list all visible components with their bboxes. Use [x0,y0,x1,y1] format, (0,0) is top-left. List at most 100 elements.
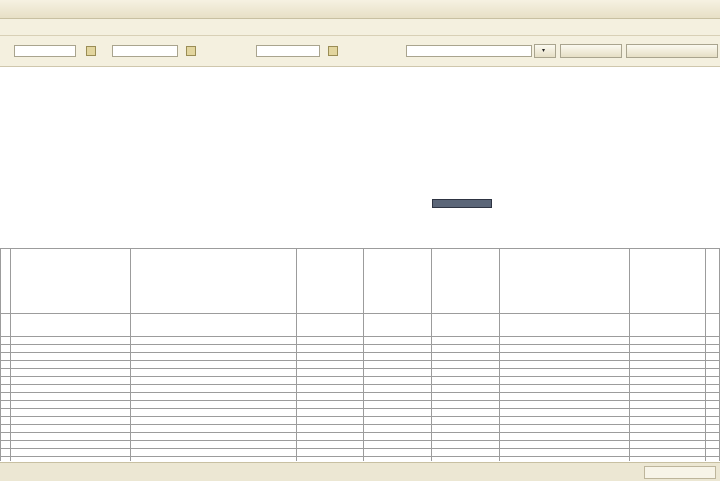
table-cell[interactable] [0,448,11,457]
table-cell[interactable] [704,336,720,345]
table-cell[interactable] [295,336,365,345]
table-cell[interactable] [9,344,131,353]
table-cell[interactable] [704,400,720,409]
table-cell[interactable] [629,432,706,441]
table-cell[interactable] [431,376,501,385]
table-cell[interactable] [629,384,706,393]
period-to-field[interactable] [112,45,178,57]
table-cell[interactable] [295,368,365,377]
table-cell[interactable] [629,408,706,417]
table-cell[interactable] [295,392,365,401]
table-cell[interactable] [9,440,131,449]
table-cell[interactable] [363,456,433,461]
table-cell[interactable] [363,416,433,425]
table-cell[interactable] [431,360,501,369]
table-cell[interactable] [431,432,501,441]
table-cell[interactable] [629,392,706,401]
table-cell[interactable] [129,344,297,353]
table-cell[interactable] [295,424,365,433]
table-cell[interactable] [704,440,720,449]
table-cell[interactable] [295,416,365,425]
table-cell[interactable] [129,456,297,461]
table-cell[interactable] [129,448,297,457]
selected-cell[interactable] [432,199,492,208]
table-cell[interactable] [704,424,720,433]
calendar-icon[interactable] [186,46,196,56]
table-cell[interactable] [629,440,706,449]
table-cell[interactable] [431,336,501,345]
table-cell[interactable] [295,440,365,449]
table-cell[interactable] [0,400,11,409]
table-cell[interactable] [499,336,631,345]
table-cell[interactable] [129,392,297,401]
table-cell[interactable] [295,400,365,409]
table-cell[interactable] [363,352,433,361]
table-cell[interactable] [295,384,365,393]
table-cell[interactable] [363,448,433,457]
table-cell[interactable] [9,432,131,441]
table-cell[interactable] [704,416,720,425]
table-cell[interactable] [129,376,297,385]
table-cell[interactable] [0,360,11,369]
table-cell[interactable] [431,368,501,377]
table-cell[interactable] [9,408,131,417]
table-cell[interactable] [363,336,433,345]
table-cell[interactable] [363,408,433,417]
table-cell[interactable] [129,352,297,361]
table-cell[interactable] [9,456,131,461]
table-cell[interactable] [704,360,720,369]
table-cell[interactable] [295,456,365,461]
table-cell[interactable] [363,424,433,433]
table-cell[interactable] [363,440,433,449]
table-cell[interactable] [9,360,131,369]
table-cell[interactable] [0,424,11,433]
table-cell[interactable] [499,384,631,393]
table-cell[interactable] [295,376,365,385]
counterparty-field[interactable] [406,45,532,57]
table-cell[interactable] [129,400,297,409]
table-cell[interactable] [295,448,365,457]
table-cell[interactable] [363,376,433,385]
table-cell[interactable] [431,384,501,393]
table-cell[interactable] [431,344,501,353]
table-cell[interactable] [499,440,631,449]
table-cell[interactable] [704,448,720,457]
table-cell[interactable] [0,368,11,377]
table-cell[interactable] [295,352,365,361]
table-cell[interactable] [129,360,297,369]
table-cell[interactable] [295,360,365,369]
period-from-field[interactable] [14,45,76,57]
calendar-icon[interactable] [328,46,338,56]
table-cell[interactable] [363,384,433,393]
table-cell[interactable] [499,456,631,461]
table-cell[interactable] [9,376,131,385]
table-cell[interactable] [431,416,501,425]
table-cell[interactable] [363,400,433,409]
table-cell[interactable] [499,360,631,369]
settings-button[interactable] [626,44,718,58]
table-cell[interactable] [499,352,631,361]
table-cell[interactable] [704,344,720,353]
table-cell[interactable] [704,456,720,461]
table-cell[interactable] [431,456,501,461]
table-cell[interactable] [9,368,131,377]
table-cell[interactable] [704,392,720,401]
table-cell[interactable] [9,424,131,433]
table-cell[interactable] [363,368,433,377]
table-cell[interactable] [704,432,720,441]
table-cell[interactable] [629,336,706,345]
table-cell[interactable] [9,384,131,393]
table-cell[interactable] [0,456,11,461]
table-cell[interactable] [431,424,501,433]
table-cell[interactable] [129,432,297,441]
table-cell[interactable] [9,416,131,425]
table-cell[interactable] [499,432,631,441]
table-cell[interactable] [0,416,11,425]
table-cell[interactable] [363,432,433,441]
table-cell[interactable] [629,368,706,377]
table-cell[interactable] [704,384,720,393]
table-cell[interactable] [9,336,131,345]
table-cell[interactable] [704,352,720,361]
table-cell[interactable] [0,344,11,353]
table-cell[interactable] [629,456,706,461]
